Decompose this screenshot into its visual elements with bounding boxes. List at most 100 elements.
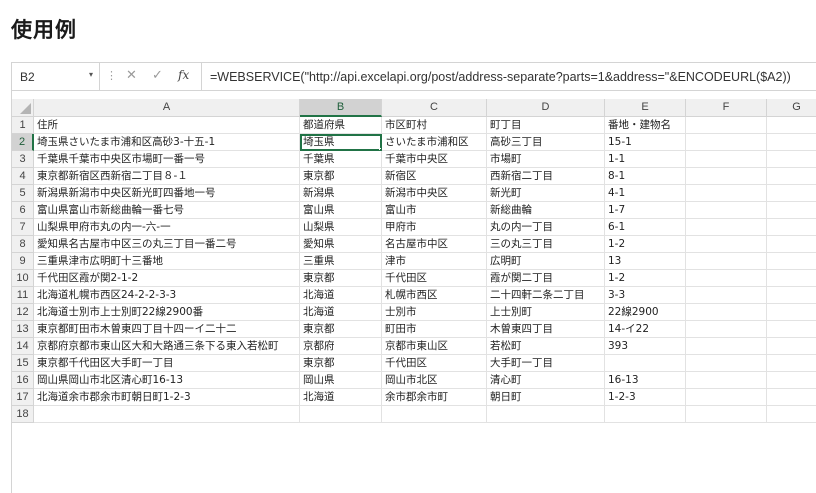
cell-g17[interactable] [767, 389, 816, 406]
cell-c5[interactable]: 新潟市中央区 [382, 185, 487, 202]
cell-d9[interactable]: 広明町 [487, 253, 605, 270]
cell-g15[interactable] [767, 355, 816, 372]
column-header-e[interactable]: E [605, 99, 686, 117]
cell-d12[interactable]: 上士別町 [487, 304, 605, 321]
cell-a5[interactable]: 新潟県新潟市中央区新光町四番地一号 [34, 185, 300, 202]
cell-g11[interactable] [767, 287, 816, 304]
cell-f10[interactable] [686, 270, 767, 287]
cell-a7[interactable]: 山梨県甲府市丸の内一-六-一 [34, 219, 300, 236]
cell-f2[interactable] [686, 134, 767, 151]
row-header[interactable]: 13 [12, 321, 34, 338]
cell-c12[interactable]: 士別市 [382, 304, 487, 321]
cell-g2[interactable] [767, 134, 816, 151]
insert-function-icon[interactable]: fx [178, 68, 189, 82]
cell-e6[interactable]: 1-7 [605, 202, 686, 219]
cell-b12[interactable]: 北海道 [300, 304, 382, 321]
cell-c1[interactable]: 市区町村 [382, 117, 487, 134]
cell-g12[interactable] [767, 304, 816, 321]
cell-e14[interactable]: 393 [605, 338, 686, 355]
cell-e5[interactable]: 4-1 [605, 185, 686, 202]
cell-d3[interactable]: 市場町 [487, 151, 605, 168]
row-header[interactable]: 7 [12, 219, 34, 236]
cell-a9[interactable]: 三重県津市広明町十三番地 [34, 253, 300, 270]
cell-b7[interactable]: 山梨県 [300, 219, 382, 236]
cell-b15[interactable]: 東京都 [300, 355, 382, 372]
cell-b5[interactable]: 新潟県 [300, 185, 382, 202]
cell-c8[interactable]: 名古屋市中区 [382, 236, 487, 253]
cell-a14[interactable]: 京都府京都市東山区大和大路通三条下る東入若松町 [34, 338, 300, 355]
cell-c13[interactable]: 町田市 [382, 321, 487, 338]
cell-g8[interactable] [767, 236, 816, 253]
column-header-a[interactable]: A [34, 99, 300, 117]
cell-e18[interactable] [605, 406, 686, 423]
cell-a16[interactable]: 岡山県岡山市北区清心町16-13 [34, 372, 300, 389]
row-header[interactable]: 4 [12, 168, 34, 185]
cell-b18[interactable] [300, 406, 382, 423]
cell-d8[interactable]: 三の丸三丁目 [487, 236, 605, 253]
enter-icon[interactable]: ✓ [152, 68, 163, 83]
cell-a11[interactable]: 北海道札幌市西区24-2-2-3-3 [34, 287, 300, 304]
cell-b8[interactable]: 愛知県 [300, 236, 382, 253]
row-header[interactable]: 1 [12, 117, 34, 134]
cell-a8[interactable]: 愛知県名古屋市中区三の丸三丁目一番二号 [34, 236, 300, 253]
cell-a12[interactable]: 北海道士別市上士別町22線2900番 [34, 304, 300, 321]
cell-c11[interactable]: 札幌市西区 [382, 287, 487, 304]
cell-c3[interactable]: 千葉市中央区 [382, 151, 487, 168]
cell-d2[interactable]: 高砂三丁目 [487, 134, 605, 151]
cell-g6[interactable] [767, 202, 816, 219]
cell-a2[interactable]: 埼玉県さいたま市浦和区高砂3-十五-1 [34, 134, 300, 151]
cell-e1[interactable]: 番地・建物名 [605, 117, 686, 134]
cell-f3[interactable] [686, 151, 767, 168]
row-header[interactable]: 18 [12, 406, 34, 423]
cell-e3[interactable]: 1-1 [605, 151, 686, 168]
row-header[interactable]: 8 [12, 236, 34, 253]
cell-f1[interactable] [686, 117, 767, 134]
cell-f15[interactable] [686, 355, 767, 372]
cell-c6[interactable]: 富山市 [382, 202, 487, 219]
cell-f13[interactable] [686, 321, 767, 338]
cell-e15[interactable] [605, 355, 686, 372]
row-header[interactable]: 10 [12, 270, 34, 287]
cell-g5[interactable] [767, 185, 816, 202]
cell-b10[interactable]: 東京都 [300, 270, 382, 287]
cell-e13[interactable]: 14-イ22 [605, 321, 686, 338]
cell-c4[interactable]: 新宿区 [382, 168, 487, 185]
cell-e4[interactable]: 8-1 [605, 168, 686, 185]
cell-a17[interactable]: 北海道余市郡余市町朝日町1-2-3 [34, 389, 300, 406]
cell-f7[interactable] [686, 219, 767, 236]
name-box[interactable]: B2 ▾ [12, 63, 100, 90]
cell-f5[interactable] [686, 185, 767, 202]
cell-a6[interactable]: 富山県富山市新総曲輪一番七号 [34, 202, 300, 219]
cell-c7[interactable]: 甲府市 [382, 219, 487, 236]
cell-d16[interactable]: 清心町 [487, 372, 605, 389]
row-header[interactable]: 3 [12, 151, 34, 168]
cell-e11[interactable]: 3-3 [605, 287, 686, 304]
cell-a3[interactable]: 千葉県千葉市中央区市場町一番一号 [34, 151, 300, 168]
cell-f9[interactable] [686, 253, 767, 270]
cell-b3[interactable]: 千葉県 [300, 151, 382, 168]
cell-e7[interactable]: 6-1 [605, 219, 686, 236]
cell-e16[interactable]: 16-13 [605, 372, 686, 389]
cell-e9[interactable]: 13 [605, 253, 686, 270]
cell-a1[interactable]: 住所 [34, 117, 300, 134]
cell-c2[interactable]: さいたま市浦和区 [382, 134, 487, 151]
cell-b17[interactable]: 北海道 [300, 389, 382, 406]
column-header-f[interactable]: F [686, 99, 767, 117]
cell-e12[interactable]: 22線2900 [605, 304, 686, 321]
column-header-c[interactable]: C [382, 99, 487, 117]
cell-f12[interactable] [686, 304, 767, 321]
cell-f4[interactable] [686, 168, 767, 185]
cell-a4[interactable]: 東京都新宿区西新宿二丁目８-１ [34, 168, 300, 185]
cell-e10[interactable]: 1-2 [605, 270, 686, 287]
cell-d18[interactable] [487, 406, 605, 423]
cell-d15[interactable]: 大手町一丁目 [487, 355, 605, 372]
cell-f8[interactable] [686, 236, 767, 253]
cell-d14[interactable]: 若松町 [487, 338, 605, 355]
cell-d4[interactable]: 西新宿二丁目 [487, 168, 605, 185]
row-header[interactable]: 15 [12, 355, 34, 372]
cell-f17[interactable] [686, 389, 767, 406]
column-header-b[interactable]: B [300, 99, 382, 117]
cell-b6[interactable]: 富山県 [300, 202, 382, 219]
cell-c10[interactable]: 千代田区 [382, 270, 487, 287]
cell-g14[interactable] [767, 338, 816, 355]
